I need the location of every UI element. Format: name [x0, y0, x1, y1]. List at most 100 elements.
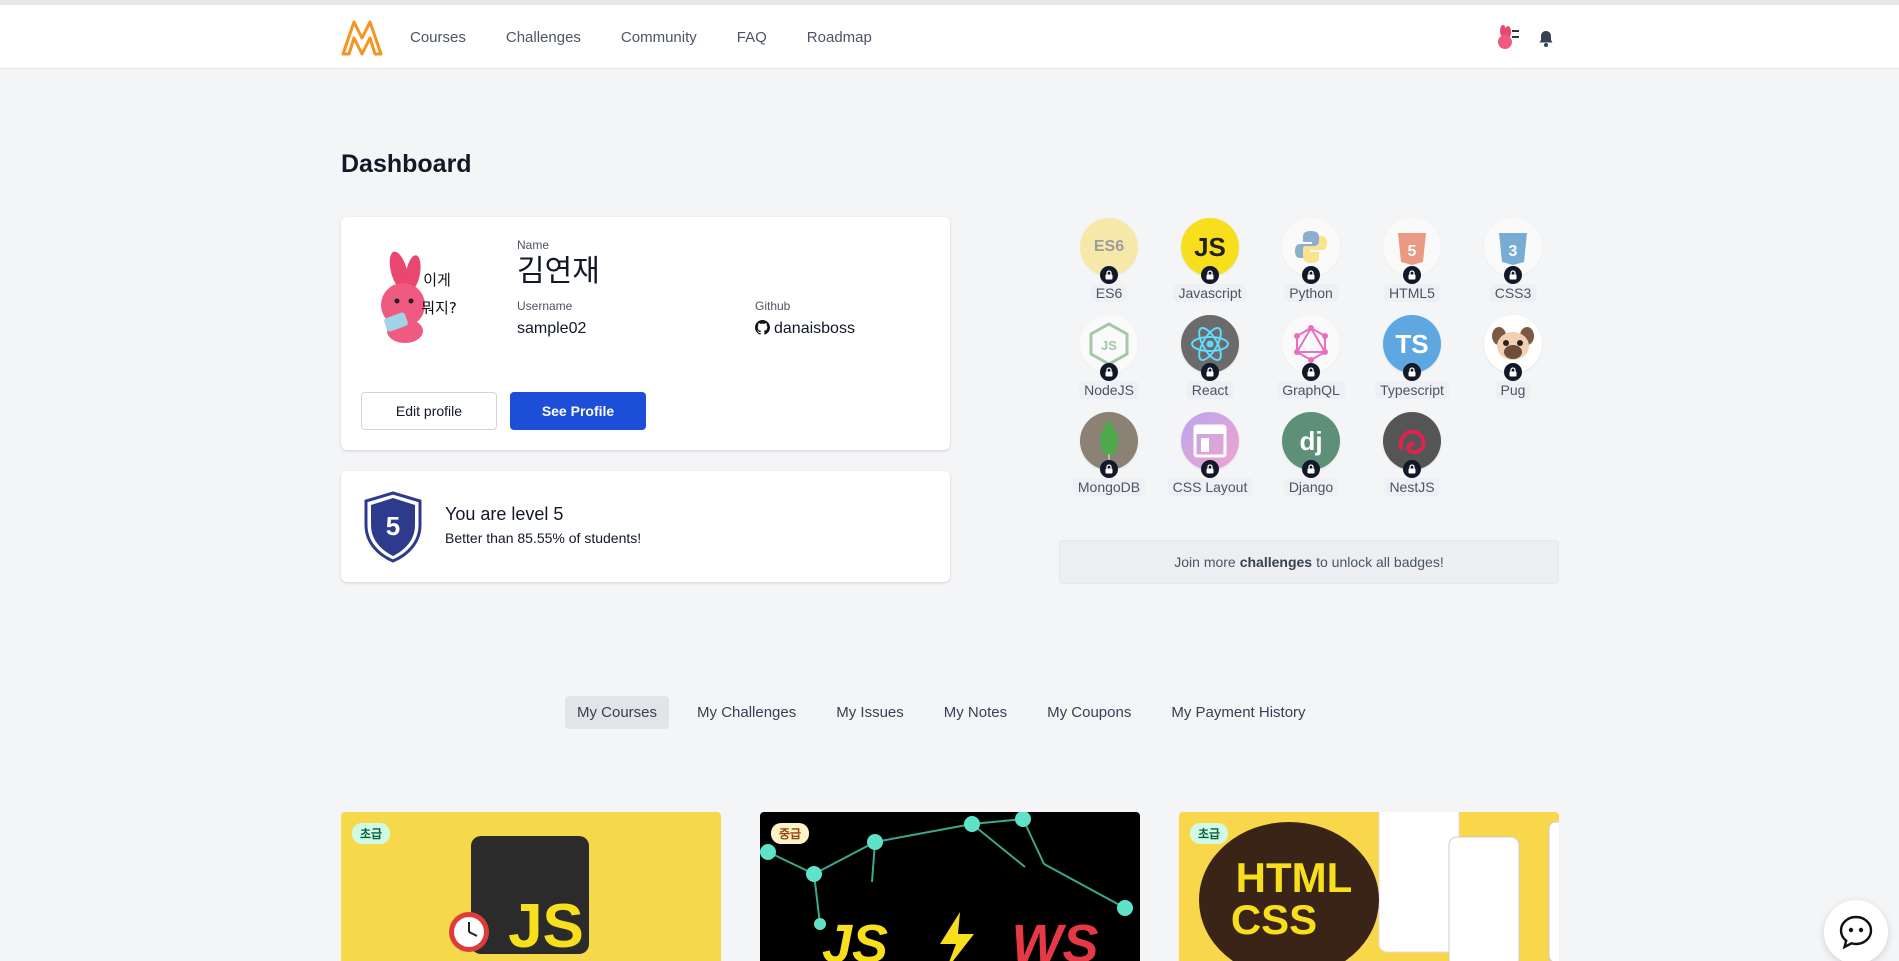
badge-javascript[interactable]: JS Javascript: [1160, 218, 1260, 310]
level-title: You are level 5: [445, 504, 564, 524]
course-card[interactable]: JS 초급: [341, 812, 721, 961]
course-card[interactable]: JS WS 중급: [760, 812, 1140, 961]
lock-icon: [1201, 460, 1219, 478]
course-card[interactable]: HTML CSS 초급: [1179, 812, 1559, 961]
badge-label: CSS Layout: [1167, 478, 1253, 496]
profile-avatar: 이게 뭐지?: [381, 251, 457, 343]
profile-card: 이게 뭐지? Name 김연재 Username sample02 Github…: [341, 217, 950, 450]
lock-icon: [1100, 266, 1118, 284]
svg-text:WS: WS: [1012, 914, 1099, 961]
course-thumbnail: JS: [449, 836, 589, 961]
badge-label: Typescript: [1375, 381, 1449, 399]
lock-icon: [1504, 363, 1522, 381]
lock-icon: [1403, 266, 1421, 284]
badge-mongodb[interactable]: MongoDB: [1059, 412, 1159, 504]
badge-label: CSS3: [1489, 284, 1537, 302]
tab-my-courses[interactable]: My Courses: [565, 696, 670, 729]
tab-my-challenges[interactable]: My Challenges: [685, 696, 808, 729]
nav-courses[interactable]: Courses: [410, 29, 466, 46]
svg-text:HTML: HTML: [1236, 854, 1353, 901]
user-avatar[interactable]: [1490, 23, 1522, 55]
badge-label: GraphQL: [1277, 381, 1345, 399]
svg-text:JS: JS: [1101, 338, 1117, 353]
svg-text:5: 5: [1408, 243, 1417, 260]
badge-css3[interactable]: 3 CSS3: [1463, 218, 1563, 310]
navbar: Courses Challenges Community FAQ Roadmap: [0, 5, 1899, 69]
profile-name: 김연재: [517, 255, 600, 288]
svg-text:3: 3: [1509, 243, 1518, 260]
tab-my-coupons[interactable]: My Coupons: [1035, 696, 1143, 729]
badge-python[interactable]: Python: [1261, 218, 1361, 310]
github-link[interactable]: danaisboss: [755, 320, 855, 338]
rabbit-avatar-icon: [1498, 25, 1519, 49]
github-username: danaisboss: [774, 320, 855, 337]
level-subtitle: Better than 85.55% of students!: [445, 530, 642, 546]
lock-icon: [1201, 363, 1219, 381]
badge-graphql[interactable]: GraphQL: [1261, 315, 1361, 407]
challenges-link[interactable]: challenges: [1240, 554, 1312, 570]
badge-nestjs[interactable]: NestJS: [1362, 412, 1462, 504]
badge-label: HTML5: [1384, 284, 1440, 302]
badge-html5[interactable]: 5 HTML5: [1362, 218, 1462, 310]
bell-icon[interactable]: [1536, 29, 1556, 49]
chat-support-button[interactable]: [1824, 900, 1888, 961]
badge-label: React: [1186, 381, 1234, 399]
nav-roadmap[interactable]: Roadmap: [807, 29, 872, 46]
lock-icon: [1403, 363, 1421, 381]
badge-label: Python: [1284, 284, 1338, 302]
tab-my-notes[interactable]: My Notes: [932, 696, 1019, 729]
svg-text:이게: 이게: [423, 271, 451, 289]
svg-text:CSS: CSS: [1231, 896, 1317, 943]
nav-community[interactable]: Community: [621, 29, 697, 46]
unlock-prefix: Join more: [1174, 554, 1236, 570]
tab-my-issues[interactable]: My Issues: [824, 696, 916, 729]
badge-label: ES6: [1090, 284, 1128, 302]
edit-profile-button[interactable]: Edit profile: [361, 392, 497, 430]
badge-es6[interactable]: ES6 ES6: [1059, 218, 1159, 310]
badge-label: Django: [1283, 478, 1339, 496]
lock-icon: [1100, 460, 1118, 478]
dashboard-tabs: My Courses My Challenges My Issues My No…: [565, 696, 1318, 729]
see-profile-button[interactable]: See Profile: [510, 392, 646, 430]
badge-nodejs[interactable]: JS NodeJS: [1059, 315, 1159, 407]
badge-react[interactable]: React: [1160, 315, 1260, 407]
badge-django[interactable]: dj Django: [1261, 412, 1361, 504]
username-label: Username: [517, 299, 573, 313]
unlock-suffix: to unlock all badges!: [1316, 554, 1444, 570]
tab-my-payment-history[interactable]: My Payment History: [1159, 696, 1317, 729]
svg-text:JS: JS: [822, 914, 888, 961]
badge-label: Javascript: [1173, 284, 1247, 302]
level-shield-icon: 5: [364, 491, 422, 563]
lock-icon: [1403, 460, 1421, 478]
badge-css-layout[interactable]: CSS Layout: [1160, 412, 1260, 504]
badge-typescript[interactable]: TS Typescript: [1362, 315, 1462, 407]
course-level-badge: 초급: [1190, 823, 1229, 844]
badge-label: NestJS: [1384, 478, 1440, 496]
lock-icon: [1100, 363, 1118, 381]
profile-username: sample02: [517, 320, 587, 337]
lock-icon: [1504, 266, 1522, 284]
course-thumbnail: HTML CSS: [1199, 812, 1559, 961]
lock-icon: [1302, 266, 1320, 284]
main-nav: Courses Challenges Community FAQ Roadmap: [410, 5, 872, 69]
unlock-badges-notice: Join more challenges to unlock all badge…: [1059, 540, 1559, 584]
svg-text:뭐지?: 뭐지?: [421, 299, 457, 317]
page-title: Dashboard: [341, 150, 472, 178]
lock-icon: [1302, 460, 1320, 478]
course-thumbnail: JS WS: [760, 812, 1133, 961]
nav-right: [1490, 23, 1556, 55]
github-icon: [755, 320, 770, 335]
level-card: 5 You are level 5 Better than 85.55% of …: [341, 471, 950, 582]
chat-icon: [1839, 915, 1873, 950]
badge-pug[interactable]: Pug: [1463, 315, 1563, 407]
svg-text:JS: JS: [508, 892, 584, 961]
nav-faq[interactable]: FAQ: [737, 29, 767, 46]
github-label: Github: [755, 299, 791, 313]
nav-challenges[interactable]: Challenges: [506, 29, 581, 46]
lock-icon: [1201, 266, 1219, 284]
course-level-badge: 중급: [771, 823, 810, 844]
badges-grid: ES6 ES6 JS Javascript Python 5 HTML5 3 C…: [1059, 218, 1559, 508]
badge-label: Pug: [1495, 381, 1531, 399]
course-level-badge: 초급: [352, 823, 391, 844]
nomad-logo-icon[interactable]: [341, 18, 383, 56]
